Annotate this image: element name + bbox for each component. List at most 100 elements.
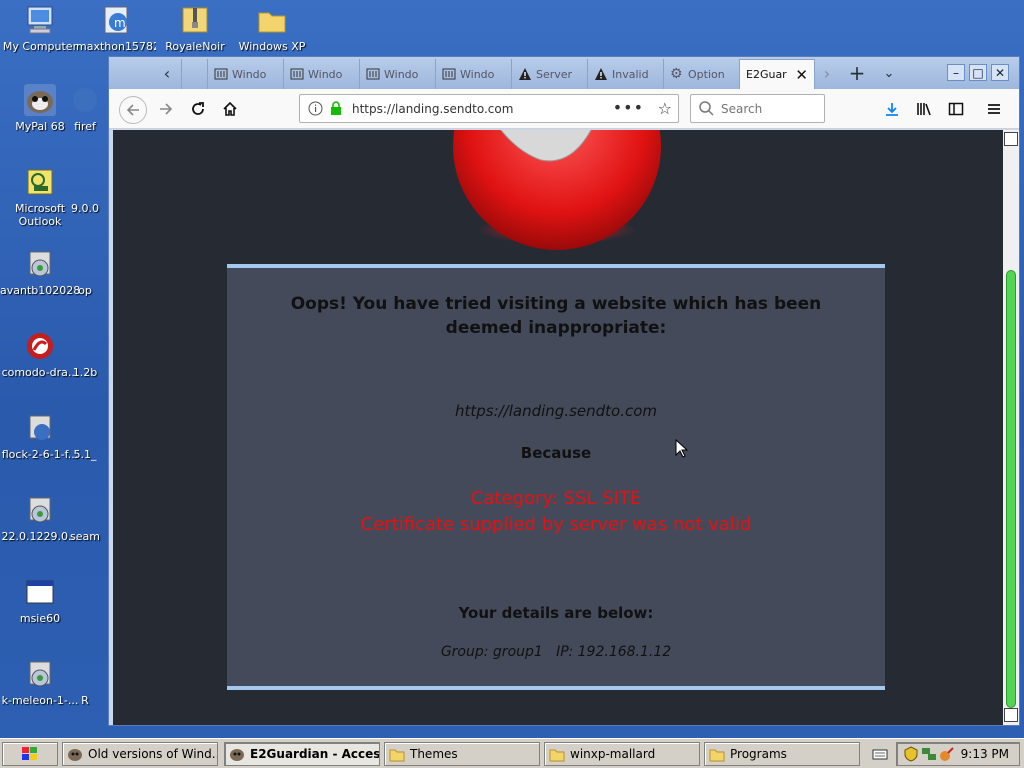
tab-label: Server [536,67,573,81]
taskbar-item-label: winxp-mallard [570,747,656,761]
comodo-icon [24,330,56,362]
file-icon [69,166,101,198]
address-bar[interactable]: https://landing.sendto.com ••• ☆ [299,94,679,123]
network-icon[interactable] [921,746,937,765]
taskbar-item-old-versions[interactable]: Old versions of Wind... [62,742,218,766]
taskbar-item-programs[interactable]: Programs [704,742,860,766]
tab-label: Option [688,67,725,81]
desktop-icon-maxthon[interactable]: m maxthon15782 [76,4,156,53]
file-icon [69,248,101,280]
tab-1[interactable]: Windo [207,59,283,89]
taskbar-item-themes[interactable]: Themes [384,742,540,766]
scroll-down-arrow[interactable] [1004,708,1018,722]
tab-0[interactable] [181,59,205,89]
arrow-left-icon [126,104,139,116]
taskbar-item-label: Themes [410,747,458,761]
library-icon [917,103,931,116]
clock[interactable]: 9:13 PM [961,747,1009,761]
desktop-icon-file-9[interactable]: 9.0.0 [62,166,108,215]
folder-icon [389,749,405,762]
mypal-icon [230,749,244,761]
installer-icon [24,412,56,444]
desktop-icon-file-op[interactable]: op [62,248,108,297]
desktop-icon-file-12b[interactable]: 1.2b [62,330,108,379]
warning-icon [519,68,531,80]
menu-button[interactable] [981,97,1007,121]
archive-icon [290,68,304,80]
url-text[interactable]: https://landing.sendto.com [352,102,513,116]
close-tab-icon[interactable]: ✕ [795,66,808,84]
page-icon [188,67,202,81]
sidebar-icon [948,102,964,116]
info-icon[interactable] [308,101,323,119]
tab-7[interactable]: ⚙ Option [663,59,739,89]
tab-5[interactable]: Server [511,59,587,89]
zip-folder-icon [179,4,211,36]
archive-icon [214,68,228,80]
tab-3[interactable]: Windo [359,59,435,89]
search-input[interactable] [721,101,816,116]
back-button[interactable] [119,96,147,124]
maximize-button[interactable]: □ [969,64,987,81]
keyboard-icon[interactable] [872,747,888,761]
shield-icon[interactable] [903,746,919,765]
desktop-icon-firefox[interactable]: firef [62,84,108,133]
tab-label: Invalid [612,67,649,81]
scroll-up-arrow[interactable] [1004,132,1018,146]
scroll-tabs-right-button[interactable]: › [817,63,837,83]
file-icon [69,412,101,444]
desktop-icon-label: maxthon15782 [76,40,156,53]
tab-list-button[interactable]: ⌄ [879,63,899,83]
folder-icon [549,749,565,762]
warning-icon [595,68,607,80]
installer-icon [24,494,56,526]
desktop-icon-label: msie60 [19,612,61,625]
search-box[interactable] [690,94,825,123]
archive-icon [442,68,456,80]
gear-icon: ⚙ [670,66,683,82]
desktop-icon-file-seam[interactable]: seam [62,494,108,543]
outlook-icon [24,166,56,198]
page-actions-icon[interactable]: ••• [613,98,644,117]
forward-button[interactable] [153,97,179,121]
desktop-icon-label: op [78,284,92,297]
desktop-icon-label: Windows XP [238,40,306,53]
hamburger-menu-icon [988,104,1000,114]
security-icon[interactable] [939,746,955,765]
desktop-icon-file-r[interactable]: R [62,658,108,707]
desktop-icon-label: 5.1_ [73,448,97,461]
tab-label: Windo [232,67,267,81]
desktop-icon-file-51[interactable]: 5.1_ [62,412,108,461]
scrollbar-thumb[interactable] [1006,270,1016,708]
desktop-icon-royalenoir[interactable]: RoyaleNoir [155,4,235,53]
desktop-icon-label: R [81,694,89,707]
tab-label: E2Guar [746,68,787,81]
vertical-scrollbar[interactable] [1003,130,1019,725]
details-heading: Your details are below: [458,604,654,622]
scroll-tabs-left-button[interactable]: ‹ [157,63,177,83]
downloads-button[interactable] [879,97,905,121]
file-icon [69,330,101,362]
start-button[interactable] [2,742,58,766]
home-button[interactable] [217,97,243,121]
new-tab-button[interactable]: + [847,61,867,85]
library-button[interactable] [911,97,937,121]
taskbar-item-winxp-mallard[interactable]: winxp-mallard [544,742,700,766]
taskbar-item-e2guardian[interactable]: E2Guardian - Access ... [224,742,380,766]
desktop-icon-msie60[interactable]: msie60 [0,576,80,625]
desktop-icon-my-computer[interactable]: My Computer [0,4,80,53]
bookmark-star-icon[interactable]: ☆ [658,99,672,118]
file-icon [69,494,101,526]
tab-8-active[interactable]: E2Guar ✕ [739,59,815,89]
lock-icon[interactable] [329,101,343,119]
sidebar-button[interactable] [943,97,969,121]
reload-button[interactable] [185,97,211,121]
installer-icon [24,658,56,690]
tab-6[interactable]: Invalid [587,59,663,89]
arrow-right-icon [160,103,173,115]
minimize-button[interactable]: – [947,64,965,81]
tab-2[interactable]: Windo [283,59,359,89]
close-window-button[interactable]: ✕ [991,64,1009,81]
tab-4[interactable]: Windo [435,59,511,89]
desktop-icon-windows-xp[interactable]: Windows XP [232,4,312,53]
